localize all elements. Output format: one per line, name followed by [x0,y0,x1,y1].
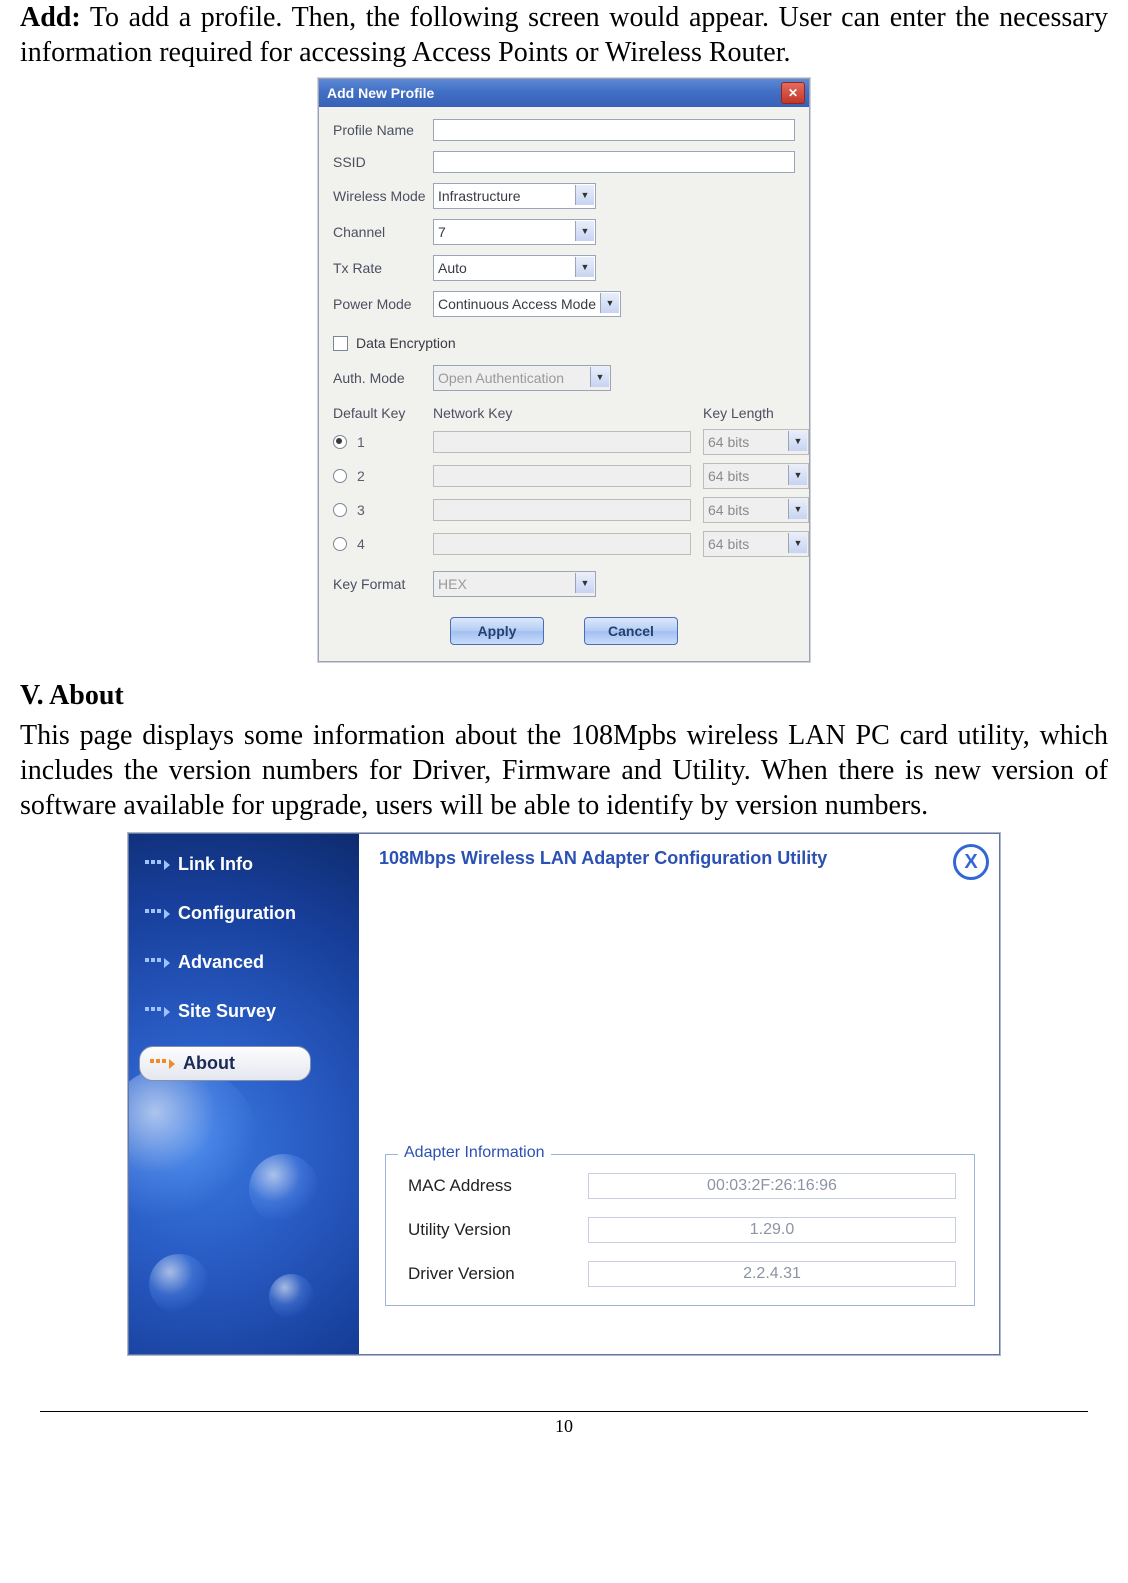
nav-configuration[interactable]: Configuration [139,899,349,928]
footer-rule [40,1411,1088,1412]
utility-window: Link Info Configuration Advanced Site Su… [128,833,1000,1355]
key3-num: 3 [357,502,365,518]
auth-mode-select: Open Authentication▼ [433,365,611,391]
key4-num: 4 [357,536,365,552]
ssid-input[interactable] [433,151,795,173]
key2-input [433,465,691,487]
key2-length-select: 64 bits▼ [703,463,809,489]
profile-name-input[interactable] [433,119,795,141]
nav-advanced[interactable]: Advanced [139,948,349,977]
utility-title: 108Mbps Wireless LAN Adapter Configurati… [359,834,999,883]
profile-name-label: Profile Name [333,122,433,138]
nav-icon [145,860,170,870]
chevron-down-icon: ▼ [788,533,807,553]
chevron-down-icon: ▼ [575,221,594,241]
utility-version-label: Utility Version [408,1220,588,1240]
chevron-down-icon: ▼ [788,431,807,451]
network-key-header: Network Key [433,405,703,421]
key2-num: 2 [357,468,365,484]
sidebar: Link Info Configuration Advanced Site Su… [129,834,359,1354]
nav-about[interactable]: About [139,1046,311,1081]
intro-paragraph: Add: To add a profile. Then, the followi… [20,0,1108,70]
key-format-label: Key Format [333,576,433,592]
intro-text: To add a profile. Then, the following sc… [20,2,1108,68]
channel-label: Channel [333,224,433,240]
dialog-title: Add New Profile [327,85,434,101]
wireless-mode-select[interactable]: Infrastructure▼ [433,183,596,209]
dialog-titlebar: Add New Profile ✕ [319,79,809,107]
channel-select[interactable]: 7▼ [433,219,596,245]
chevron-down-icon: ▼ [575,185,594,205]
power-mode-label: Power Mode [333,296,433,312]
data-encryption-label: Data Encryption [356,335,456,351]
ssid-label: SSID [333,154,433,170]
nav-icon [150,1059,175,1069]
nav-icon [145,958,170,968]
driver-version-value: 2.2.4.31 [588,1261,956,1287]
nav-link-info[interactable]: Link Info [139,850,349,879]
fieldset-legend: Adapter Information [398,1144,551,1162]
chevron-down-icon: ▼ [600,293,619,313]
key4-length-select: 64 bits▼ [703,531,809,557]
add-label: Add: [20,2,81,33]
close-button[interactable]: ✕ [781,82,805,104]
close-icon: ✕ [788,86,798,100]
key3-length-select: 64 bits▼ [703,497,809,523]
close-icon: X [964,851,977,874]
key4-input [433,533,691,555]
key1-num: 1 [357,434,365,450]
default-key-header: Default Key [333,405,433,421]
driver-version-label: Driver Version [408,1264,588,1284]
adapter-info-fieldset: Adapter Information MAC Address 00:03:2F… [385,1154,975,1306]
tx-rate-label: Tx Rate [333,260,433,276]
add-profile-dialog: Add New Profile ✕ Profile Name SSID Wire… [318,78,810,662]
key3-input [433,499,691,521]
nav-icon [145,909,170,919]
key1-length-select: 64 bits▼ [703,429,809,455]
auth-mode-label: Auth. Mode [333,370,433,386]
chevron-down-icon: ▼ [788,465,807,485]
cancel-button[interactable]: Cancel [584,617,678,645]
about-heading: V. About [20,680,1108,712]
nav-icon [145,1007,170,1017]
page-number: 10 [20,1416,1108,1437]
power-mode-select[interactable]: Continuous Access Mode▼ [433,291,621,317]
key1-input [433,431,691,453]
key-length-header: Key Length [703,405,795,421]
key1-radio[interactable] [333,435,347,449]
mac-address-value: 00:03:2F:26:16:96 [588,1173,956,1199]
about-paragraph: This page displays some information abou… [20,718,1108,823]
mac-address-label: MAC Address [408,1176,588,1196]
nav-site-survey[interactable]: Site Survey [139,997,349,1026]
close-button[interactable]: X [953,844,989,880]
wireless-mode-label: Wireless Mode [333,188,433,204]
chevron-down-icon: ▼ [590,367,609,387]
apply-button[interactable]: Apply [450,617,544,645]
chevron-down-icon: ▼ [575,573,594,593]
data-encryption-checkbox[interactable] [333,336,348,351]
key4-radio[interactable] [333,537,347,551]
chevron-down-icon: ▼ [788,499,807,519]
utility-version-value: 1.29.0 [588,1217,956,1243]
tx-rate-select[interactable]: Auto▼ [433,255,596,281]
key-format-select: HEX▼ [433,571,596,597]
key3-radio[interactable] [333,503,347,517]
utility-main: 108Mbps Wireless LAN Adapter Configurati… [359,834,999,1354]
key2-radio[interactable] [333,469,347,483]
chevron-down-icon: ▼ [575,257,594,277]
